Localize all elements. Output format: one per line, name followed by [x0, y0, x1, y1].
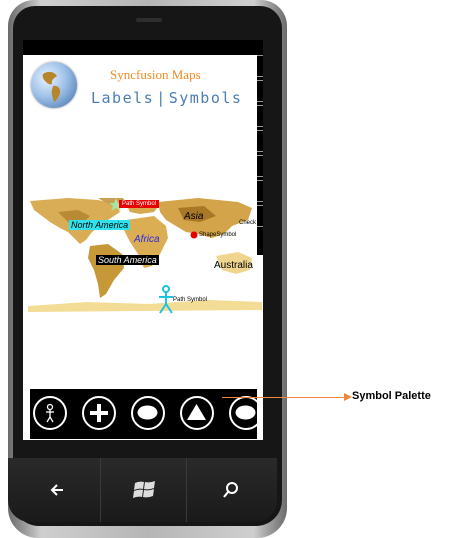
label-north-america: North America [69, 220, 131, 230]
strip-item[interactable] [257, 80, 263, 102]
label-africa: Africa [134, 234, 160, 245]
callout-arrow-head-icon [344, 393, 352, 401]
person-icon [46, 403, 54, 423]
ellipse-icon [235, 405, 256, 420]
label-australia: Australia [214, 260, 253, 271]
strip-item[interactable] [257, 180, 263, 202]
strip-item[interactable] [257, 105, 263, 127]
strip-item[interactable] [257, 155, 263, 177]
world-map[interactable]: Path Symbol North America Asia Check Afr… [28, 197, 262, 318]
plus-icon [90, 404, 108, 422]
callout-label: Symbol Palette [352, 390, 431, 402]
start-button[interactable] [100, 458, 189, 522]
nav-tabs: Labels | Symbols [91, 89, 242, 107]
search-icon [223, 482, 238, 498]
palette-triangle-button[interactable] [180, 396, 214, 430]
triangle-icon [187, 404, 206, 420]
globe-logo-icon [31, 62, 77, 108]
ellipse-icon [137, 405, 158, 420]
back-button[interactable] [14, 458, 102, 522]
strip-item[interactable] [257, 130, 263, 152]
label-check: Check [239, 220, 257, 226]
app-title: Syncfusion Maps [110, 67, 201, 82]
tab-separator: | [156, 89, 167, 107]
path-symbol-top[interactable]: Path Symbol [119, 200, 160, 208]
label-south-america: South America [96, 255, 159, 265]
palette-ellipse-button-2[interactable] [229, 396, 257, 430]
right-option-strip [257, 55, 263, 255]
south-america-shape[interactable] [88, 244, 124, 298]
back-icon [50, 484, 63, 496]
strip-item[interactable] [257, 205, 263, 227]
search-button[interactable] [186, 458, 275, 522]
palette-ellipse-button[interactable] [131, 396, 165, 430]
label-asia: Asia [184, 211, 204, 222]
shape-symbol-dot[interactable] [190, 231, 198, 239]
tab-labels[interactable]: Labels [91, 89, 154, 107]
path-symbol-bottom: Path Symbol [173, 297, 208, 303]
speaker [136, 18, 162, 22]
windows-icon [133, 481, 155, 498]
palette-person-button[interactable] [33, 396, 67, 430]
shape-symbol-label: ShapeSymbol [199, 232, 237, 238]
callout-arrow-line [222, 397, 348, 398]
strip-item[interactable] [257, 55, 263, 77]
tab-symbols[interactable]: Symbols [169, 89, 243, 107]
hardware-buttons [8, 458, 277, 522]
app-page: Syncfusion Maps Labels | Symbols Path Sy… [23, 55, 263, 440]
antarctica-shape[interactable] [28, 300, 262, 312]
screen: Syncfusion Maps Labels | Symbols Path Sy… [23, 40, 263, 440]
palette-plus-button[interactable] [82, 396, 116, 430]
